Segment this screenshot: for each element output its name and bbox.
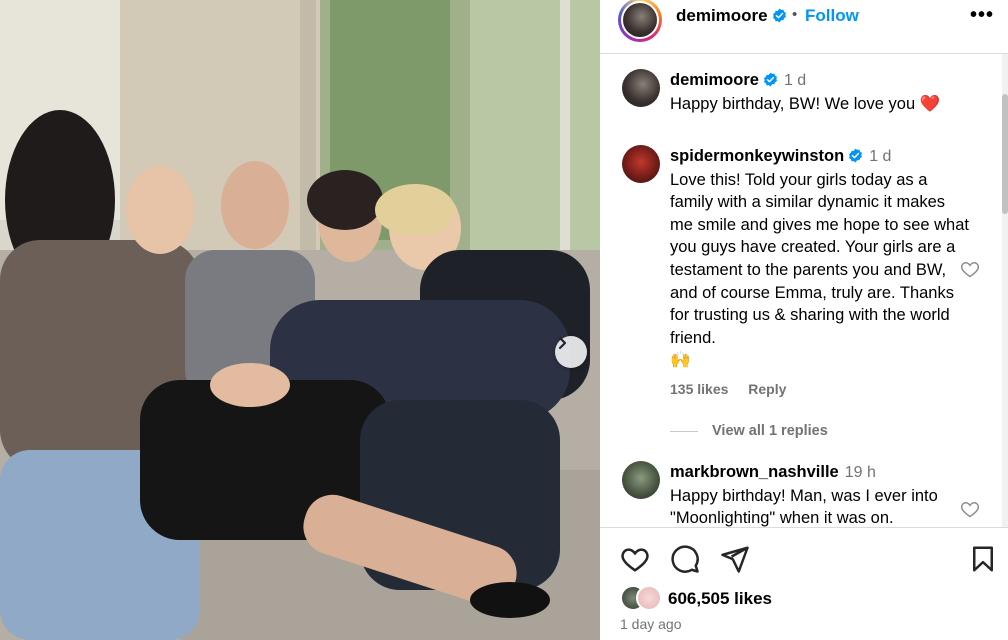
comment-body: markbrown_nashville 19 h Happy birthday! … (670, 461, 970, 527)
post-timestamp[interactable]: 1 day ago (620, 616, 682, 632)
comment-time[interactable]: 1 d (869, 148, 891, 165)
comment-time[interactable]: 19 h (845, 464, 876, 481)
avatar (636, 585, 662, 611)
raised-hands-emoji: 🙌 (670, 351, 691, 370)
header-separator: • (792, 6, 798, 23)
comment-time[interactable]: 1 d (784, 72, 806, 89)
comment-icon[interactable] (670, 544, 700, 574)
comment-text: Happy birthday, BW! We love you (670, 94, 916, 113)
comment-username[interactable]: demimoore (670, 71, 759, 89)
reply-button[interactable]: Reply (748, 381, 786, 397)
scrollbar-thumb[interactable] (1002, 94, 1008, 214)
post-sidebar: demimoore • Follow ••• demimoore 1 d Hap… (600, 0, 1008, 640)
verified-badge-icon (763, 72, 777, 87)
like-comment-heart-icon[interactable] (960, 259, 980, 279)
comment-username[interactable]: markbrown_nashville (670, 463, 839, 481)
comments-list[interactable]: demimoore 1 d Happy birthday, BW! We lov… (600, 55, 1008, 527)
caption-body: demimoore 1 d Happy birthday, BW! We lov… (670, 69, 970, 115)
post-actions: 606,505 likes 1 day ago (600, 527, 1008, 640)
avatar[interactable] (622, 461, 660, 499)
heart-emoji: ❤️ (919, 94, 941, 113)
heart-icon[interactable] (620, 544, 650, 574)
bookmark-icon[interactable] (968, 544, 998, 574)
view-replies-button[interactable]: View all 1 replies (670, 423, 828, 439)
comment-likes[interactable]: 135 likes (670, 381, 728, 397)
follow-button[interactable]: Follow (805, 6, 859, 26)
chevron-right-icon (558, 336, 567, 350)
comment-meta: 135 likes Reply (670, 381, 802, 397)
verified-badge-icon (772, 8, 786, 23)
like-comment-heart-icon[interactable] (960, 499, 980, 519)
author-avatar[interactable] (618, 0, 662, 42)
post-photo[interactable] (0, 0, 600, 640)
comment-body: spidermonkeywinston 1 d Love this! Told … (670, 145, 970, 372)
avatar[interactable] (622, 145, 660, 183)
avatar[interactable] (622, 69, 660, 107)
author-username[interactable]: demimoore (676, 6, 787, 26)
next-photo-button[interactable] (555, 336, 587, 368)
photo-illustration (0, 0, 600, 640)
comment-text: Love this! Told your girls today as a fa… (670, 170, 969, 347)
likes-count[interactable]: 606,505 likes (668, 589, 772, 609)
comment-username[interactable]: spidermonkeywinston (670, 147, 844, 165)
comments-scrollbar[interactable] (1002, 54, 1008, 527)
share-icon[interactable] (720, 544, 750, 574)
more-options-icon[interactable]: ••• (970, 4, 994, 27)
comment-text: Happy birthday! Man, was I ever into "Mo… (670, 486, 938, 527)
post-header: demimoore • Follow ••• (600, 0, 1008, 54)
verified-badge-icon (849, 148, 863, 163)
liked-by-avatars[interactable] (620, 585, 666, 611)
